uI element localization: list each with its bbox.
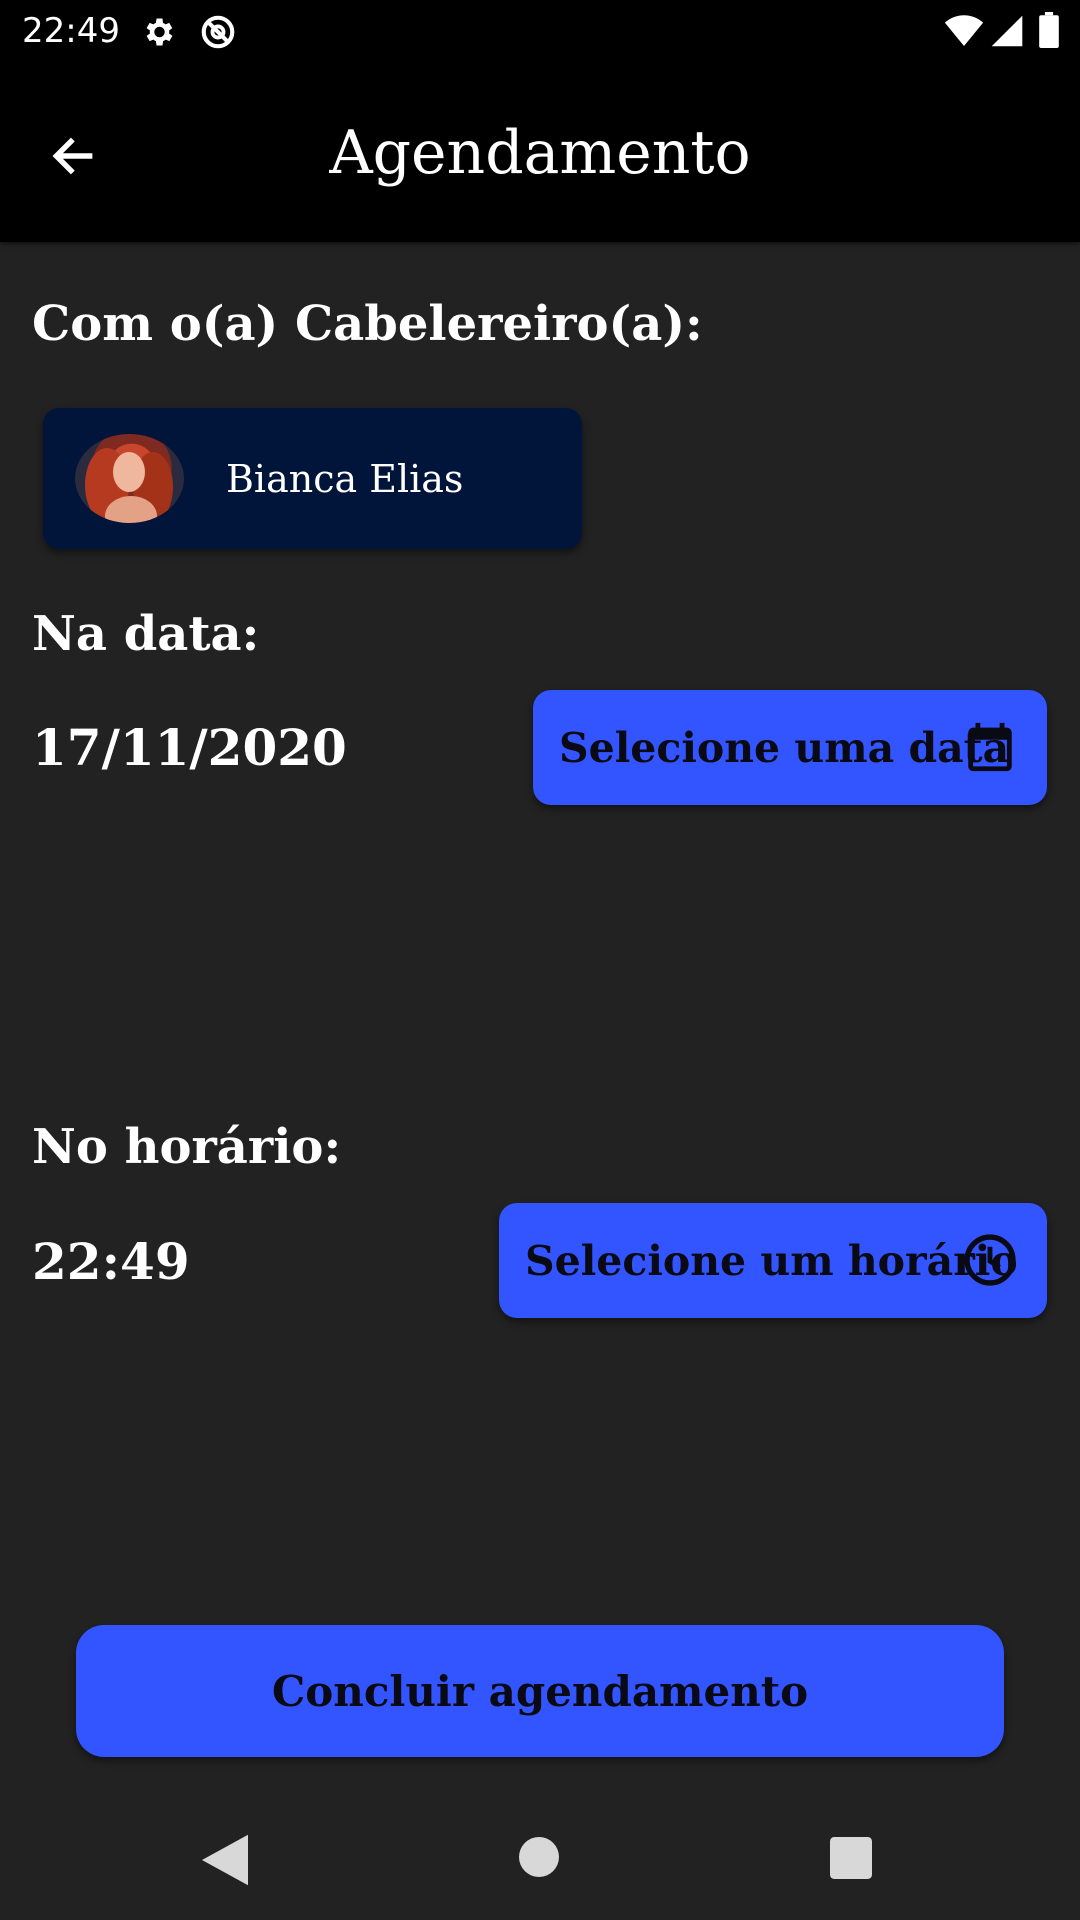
select-time-button-label: Selecione um horário: [525, 1236, 1018, 1285]
select-date-button-label: Selecione uma data: [559, 723, 1010, 772]
wifi-icon: [944, 15, 984, 46]
status-time: 22:49: [22, 11, 120, 51]
recents-square-icon[interactable]: [830, 1837, 872, 1879]
stylist-name: Bianca Elias: [226, 457, 464, 501]
selected-date: 17/11/2020: [32, 718, 347, 777]
conclude-booking-button-label: Concluir agendamento: [271, 1666, 809, 1716]
date-section-label: Na data:: [32, 606, 260, 662]
time-section-label: No horário:: [32, 1119, 342, 1175]
page-title: Agendamento: [329, 118, 751, 188]
home-circle-icon[interactable]: [519, 1837, 559, 1877]
stylist-card[interactable]: Bianca Elias: [43, 408, 582, 549]
no-sync-icon: [201, 15, 235, 49]
settings-icon: [146, 18, 173, 46]
conclude-booking-button[interactable]: Concluir agendamento: [76, 1625, 1004, 1757]
back-triangle-icon[interactable]: [202, 1834, 248, 1886]
stylist-section-label: Com o(a) Cabelereiro(a):: [32, 296, 703, 352]
avatar: [75, 434, 184, 523]
signal-icon: [991, 15, 1023, 47]
select-date-button[interactable]: Selecione uma data: [533, 690, 1047, 805]
app-bar: Agendamento: [0, 63, 1080, 242]
calendar-icon: [968, 722, 1012, 772]
system-nav-bar: [0, 1800, 1080, 1920]
status-bar: 22:49: [0, 0, 1080, 63]
select-time-button[interactable]: Selecione um horário: [499, 1203, 1047, 1318]
selected-time: 22:49: [32, 1232, 190, 1291]
battery-icon: [1039, 12, 1059, 48]
clock-icon: [964, 1234, 1016, 1286]
